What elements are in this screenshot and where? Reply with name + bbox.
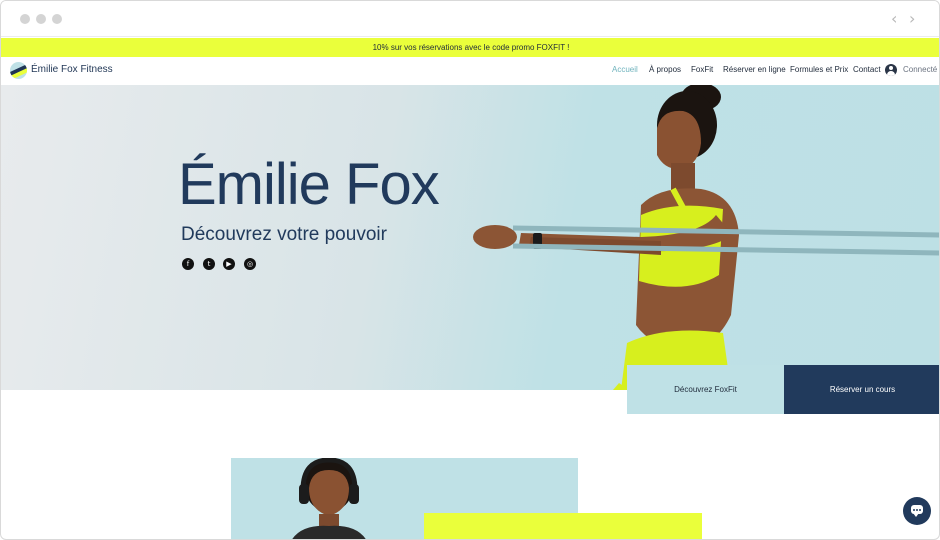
nav-item-a-propos[interactable]: À propos bbox=[649, 65, 681, 74]
instagram-icon[interactable]: ◎ bbox=[244, 258, 256, 270]
browser-toolbar: ‹ › bbox=[1, 1, 939, 37]
promo-banner: 10% sur vos réservations avec le code pr… bbox=[1, 38, 939, 57]
hero-title: Émilie Fox bbox=[178, 152, 440, 217]
book-class-button[interactable]: Réserver un cours bbox=[784, 365, 939, 414]
youtube-icon[interactable]: ▶ bbox=[223, 258, 235, 270]
discover-foxfit-button[interactable]: Découvrez FoxFit bbox=[627, 365, 784, 414]
athlete-photo bbox=[473, 85, 939, 390]
chat-button[interactable] bbox=[903, 497, 931, 525]
back-arrow-icon[interactable]: ‹ bbox=[891, 9, 897, 28]
nav-item-formules[interactable]: Formules et Prix bbox=[790, 65, 848, 74]
nav-item-accueil[interactable]: Accueil bbox=[612, 65, 638, 74]
forward-arrow-icon[interactable]: › bbox=[909, 9, 915, 28]
nav-item-reserver[interactable]: Réserver en ligne bbox=[723, 65, 786, 74]
nav-item-contact[interactable]: Contact bbox=[853, 65, 881, 74]
hero-subtitle: Découvrez votre pouvoir bbox=[181, 224, 387, 245]
window-close-dot[interactable] bbox=[20, 14, 30, 24]
accent-bar bbox=[424, 513, 702, 539]
facebook-icon[interactable]: f bbox=[182, 258, 194, 270]
browser-window: ‹ › 10% sur vos réservations avec le cod… bbox=[0, 0, 940, 540]
window-minimize-dot[interactable] bbox=[36, 14, 46, 24]
site-header: Émilie Fox Fitness Accueil À propos FoxF… bbox=[1, 57, 939, 85]
login-status[interactable]: Connecté bbox=[903, 65, 937, 74]
twitter-icon[interactable]: t bbox=[203, 258, 215, 270]
window-maximize-dot[interactable] bbox=[52, 14, 62, 24]
hero-section: Émilie Fox Découvrez votre pouvoir f t ▶… bbox=[1, 85, 939, 390]
nav-item-foxfit[interactable]: FoxFit bbox=[691, 65, 713, 74]
logo-icon[interactable] bbox=[10, 62, 27, 79]
brand-name[interactable]: Émilie Fox Fitness bbox=[31, 64, 113, 75]
user-avatar-icon[interactable] bbox=[885, 64, 897, 76]
